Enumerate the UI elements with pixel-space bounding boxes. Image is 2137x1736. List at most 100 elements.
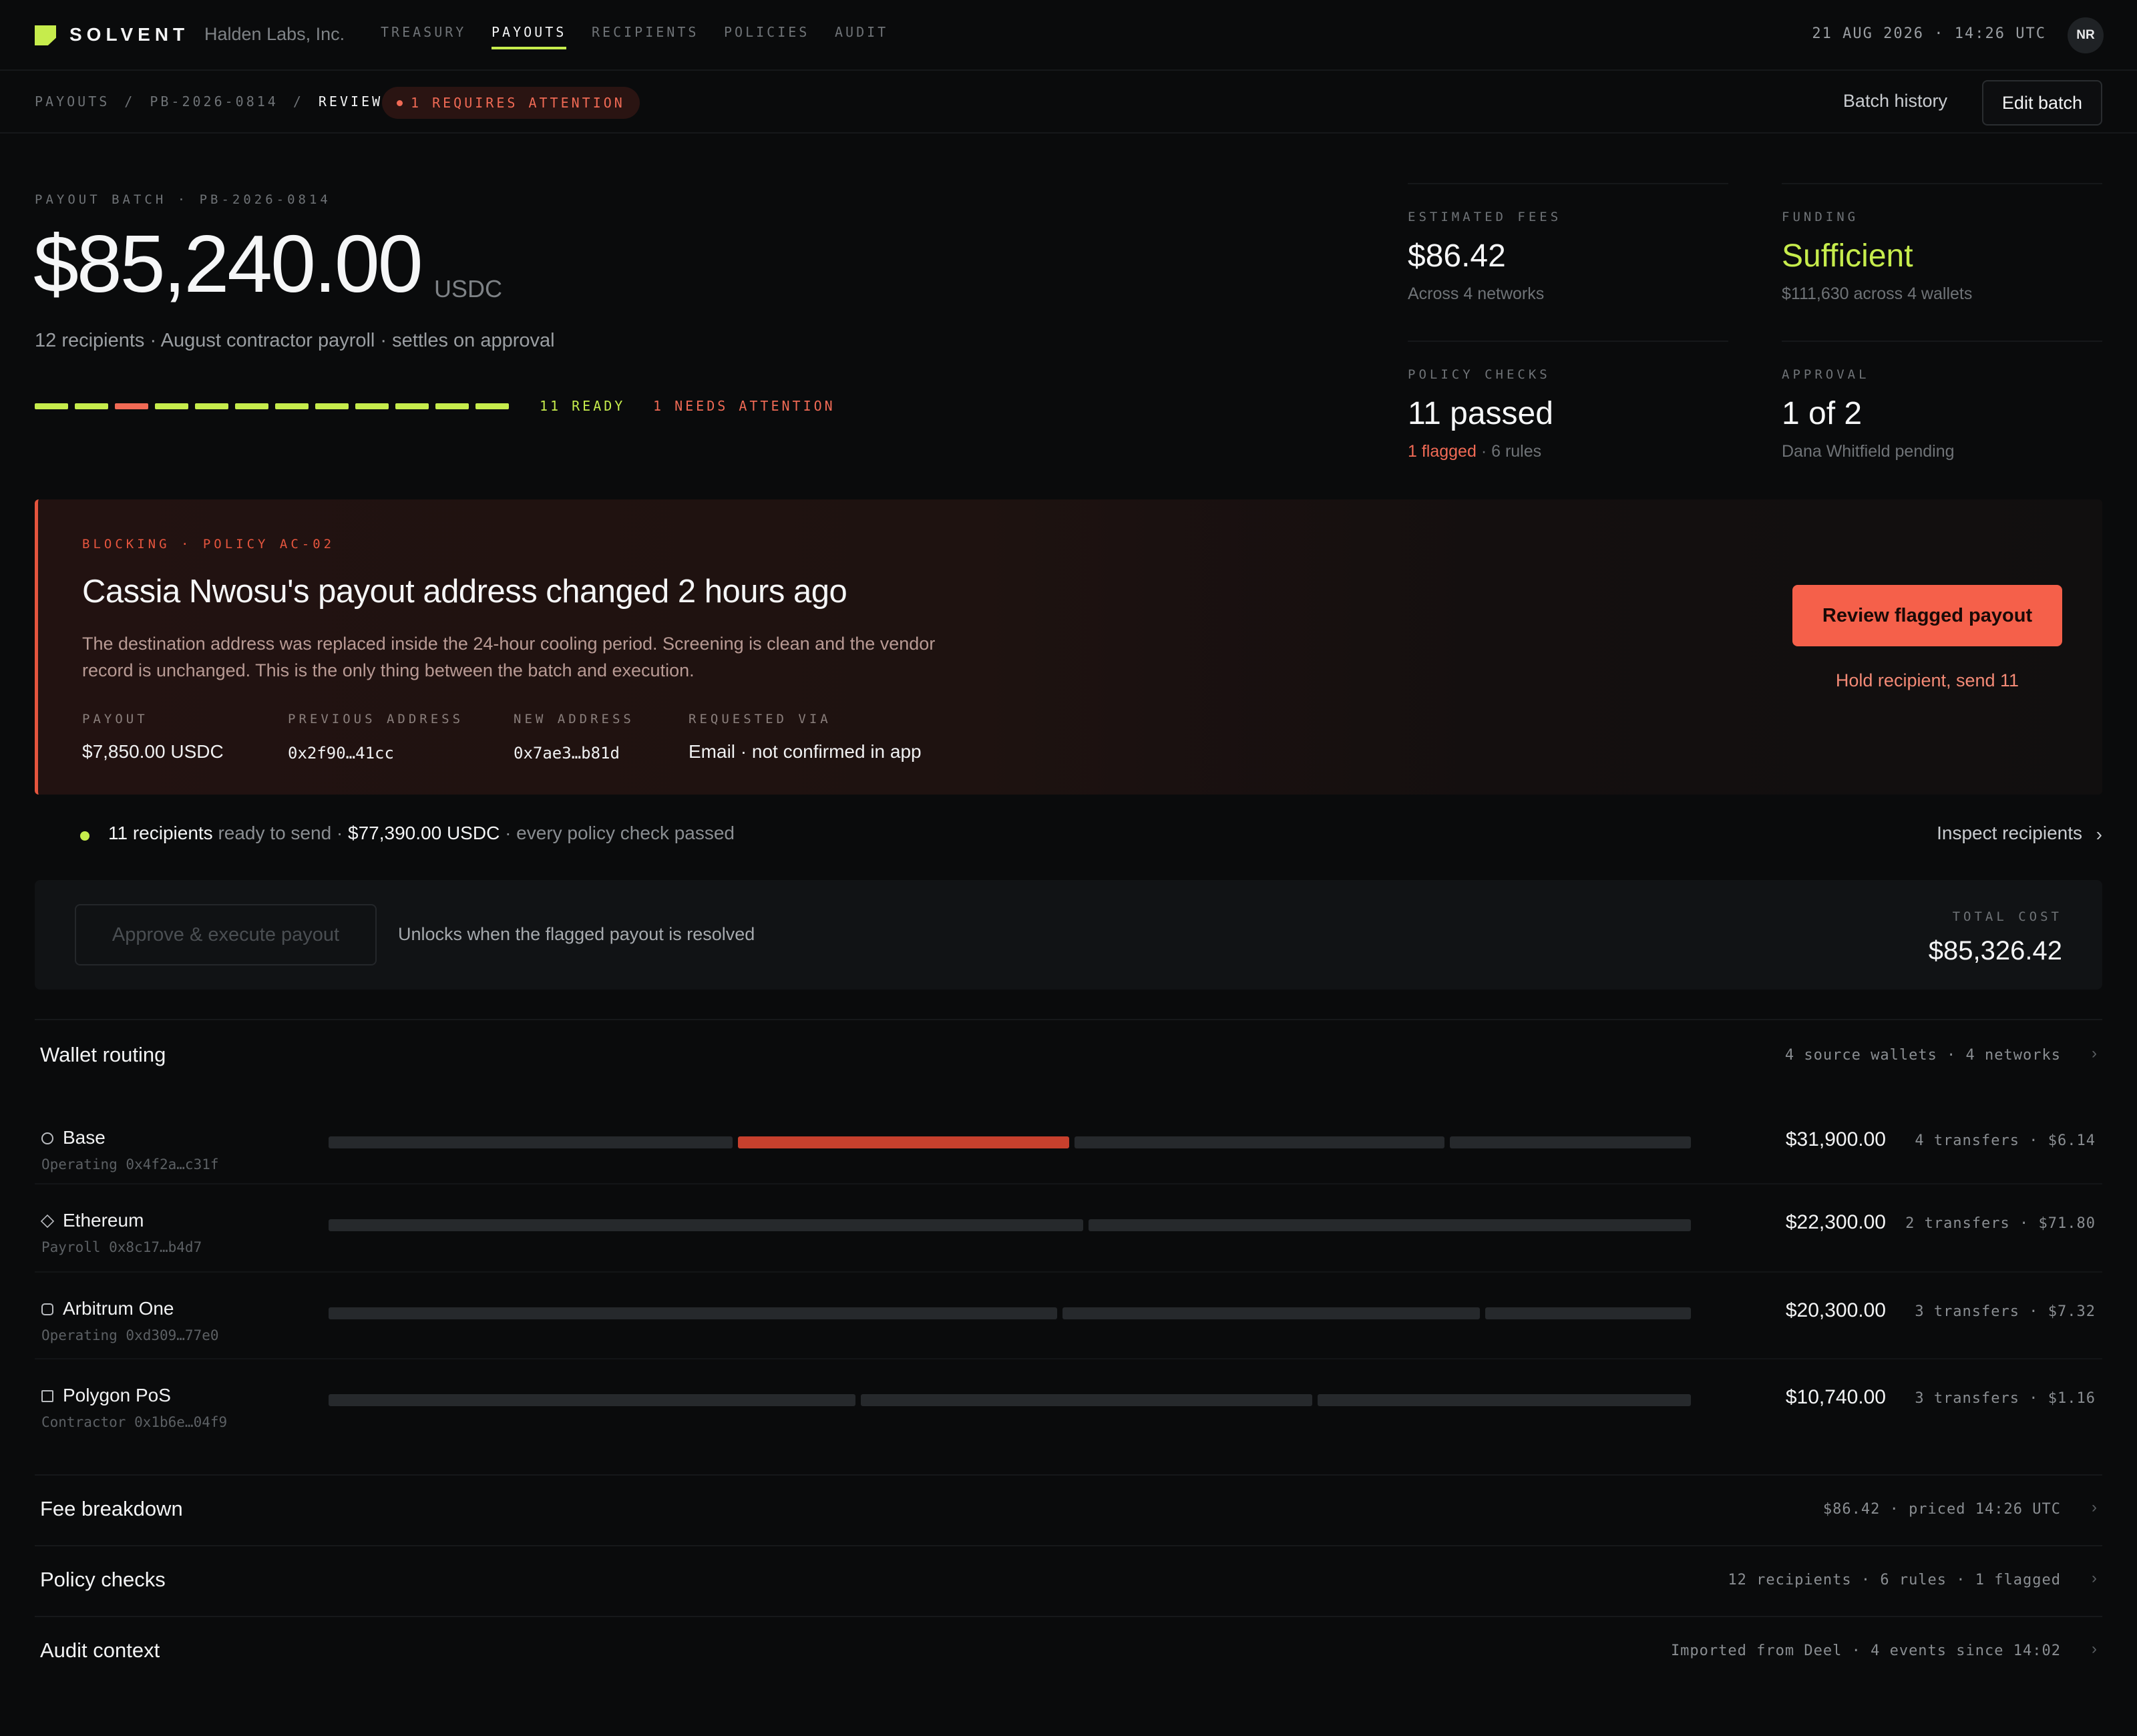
chevron-right-icon: ›	[2096, 824, 2102, 845]
wallet-amount: $31,900.00	[1785, 1128, 1886, 1150]
network-name: Ethereum	[63, 1210, 144, 1231]
transfer-bars	[329, 1219, 1691, 1231]
approve-hint: Unlocks when the flagged payout is resol…	[398, 924, 755, 944]
clock: 21 AUG 2026 · 14:26 UTC	[1812, 25, 2046, 42]
top-nav: SOLVENT Halden Labs, Inc. TREASURY PAYOU…	[0, 0, 2137, 71]
stat-sub: $111,630 across 4 wallets	[1782, 284, 1973, 303]
alert-eyebrow: BLOCKING · POLICY AC-02	[82, 537, 335, 552]
wallet-amount: $10,740.00	[1785, 1386, 1886, 1408]
batch-subtitle: 12 recipients · August contractor payrol…	[35, 330, 555, 351]
transfer-segment[interactable]	[329, 1307, 1057, 1319]
flagged-count[interactable]: 1 flagged	[1408, 442, 1477, 461]
meta-value[interactable]: 0x7ae3…b81d	[514, 744, 634, 763]
network-name: Arbitrum One	[63, 1298, 174, 1319]
transfer-segment[interactable]	[861, 1394, 1313, 1406]
org-name[interactable]: Halden Labs, Inc.	[204, 24, 345, 45]
hexagon-icon	[41, 1303, 53, 1315]
wallet-row-ethereum[interactable]: Ethereum Payroll 0x8c17…b4d7 $22,300.00 …	[35, 1183, 2102, 1270]
wallet-row-arbitrum[interactable]: Arbitrum One Operating 0xd309…77e0 $20,3…	[35, 1271, 2102, 1358]
transfer-segment[interactable]	[1074, 1136, 1445, 1148]
nav-tab-audit[interactable]: AUDIT	[835, 24, 888, 40]
avatar[interactable]: NR	[2068, 17, 2104, 53]
transfer-segment[interactable]	[1062, 1307, 1481, 1319]
review-flagged-payout-button[interactable]: Review flagged payout	[1792, 585, 2062, 646]
audit-context-section[interactable]: Audit context Imported from Deel · 4 eve…	[35, 1616, 2102, 1687]
stat-sub: Across 4 networks	[1408, 284, 1545, 303]
wallet-row-polygon[interactable]: Polygon PoS Contractor 0x1b6e…04f9 $10,7…	[35, 1358, 2102, 1445]
progress-segment-flagged	[115, 403, 148, 409]
transfer-segment[interactable]	[1088, 1219, 1691, 1231]
batch-amount: $85,240.00	[33, 218, 423, 309]
alert-title: Cassia Nwosu's payout address changed 2 …	[82, 574, 847, 610]
stat-value: $86.42	[1408, 238, 1506, 274]
breadcrumb-separator: /	[293, 93, 304, 110]
transfer-segment[interactable]	[329, 1394, 856, 1406]
transfer-segment-flagged[interactable]	[737, 1136, 1069, 1148]
batch-unit: USDC	[434, 275, 503, 302]
section-title: Fee breakdown	[40, 1497, 183, 1520]
stat-label: POLICY CHECKS	[1408, 367, 1551, 382]
breadcrumb-batch[interactable]: PB-2026-0814	[150, 93, 278, 110]
circle-icon	[41, 1132, 53, 1144]
meta-value: $7,850.00 USDC	[82, 741, 224, 762]
stat-value: 1 of 2	[1782, 396, 1863, 431]
progress-segment-ready	[235, 403, 268, 409]
progress-segment-ready	[395, 403, 429, 409]
stat-estimated-fees: ESTIMATED FEES $86.42 Across 4 networks	[1408, 183, 1728, 303]
square-icon	[41, 1390, 53, 1402]
section-title: Policy checks	[40, 1568, 166, 1591]
stat-sub: 1 flagged · 6 rules	[1408, 442, 1541, 461]
meta-label: PREVIOUS ADDRESS	[288, 712, 464, 726]
stat-approval: APPROVAL 1 of 2 Dana Whitfield pending	[1782, 341, 2102, 461]
nav-tab-policies[interactable]: POLICIES	[724, 24, 809, 40]
progress-segment-ready	[35, 403, 68, 409]
diamond-icon	[40, 1214, 55, 1229]
progress-segment-ready	[195, 403, 228, 409]
wallet-transfers: 3 transfers · $1.16	[1915, 1390, 2096, 1407]
wallet-amount: $20,300.00	[1785, 1299, 1886, 1321]
edit-batch-button[interactable]: Edit batch	[1981, 80, 2102, 126]
hold-recipient-link[interactable]: Hold recipient, send 11	[1792, 670, 2062, 691]
approve-panel: Approve & execute payout Unlocks when th…	[35, 880, 2102, 990]
brand-name: SOLVENT	[69, 24, 190, 45]
inspect-recipients-link[interactable]: Inspect recipients	[1937, 823, 2082, 844]
wallet-label: Operating 0xd309…77e0	[41, 1327, 219, 1343]
batch-history-button[interactable]: Batch history	[1843, 91, 1947, 112]
wallet-row-base[interactable]: Base Operating 0x4f2a…c31f $31,900.00 4 …	[35, 1102, 2102, 1188]
transfer-segment[interactable]	[1485, 1307, 1691, 1319]
section-title: Wallet routing	[40, 1043, 166, 1066]
transfer-segment[interactable]	[329, 1219, 1083, 1231]
alert-meta-requested-via: REQUESTED VIA Email · not confirmed in a…	[689, 712, 922, 763]
ready-status-dot-icon	[80, 831, 89, 841]
wallet-routing-header[interactable]: Wallet routing 4 source wallets · 4 netw…	[35, 1019, 2102, 1090]
ready-recipients: 11 recipients	[108, 823, 213, 843]
approve-execute-button[interactable]: Approve & execute payout	[75, 904, 377, 965]
section-title: Audit context	[40, 1639, 160, 1662]
policy-checks-section[interactable]: Policy checks 12 recipients · 6 rules · …	[35, 1545, 2102, 1616]
stat-label: FUNDING	[1782, 210, 1859, 224]
network-name: Polygon PoS	[63, 1385, 171, 1405]
wallet-transfers: 4 transfers · $6.14	[1915, 1132, 2096, 1149]
transfer-bars	[329, 1136, 1691, 1148]
batch-eyebrow: PAYOUT BATCH · PB-2026-0814	[35, 192, 331, 207]
blocking-alert: BLOCKING · POLICY AC-02 Cassia Nwosu's p…	[35, 499, 2102, 795]
progress-segment-ready	[475, 403, 509, 409]
alert-description: The destination address was replaced ins…	[82, 634, 936, 680]
progress-segment-ready	[75, 403, 108, 409]
nav-tab-treasury[interactable]: TREASURY	[381, 24, 466, 40]
nav-tab-payouts[interactable]: PAYOUTS	[492, 24, 567, 49]
transfer-segment[interactable]	[1318, 1394, 1691, 1406]
stat-funding: FUNDING Sufficient $111,630 across 4 wal…	[1782, 183, 2102, 303]
meta-value[interactable]: 0x2f90…41cc	[288, 744, 463, 763]
transfer-segment[interactable]	[329, 1136, 733, 1148]
breadcrumb-payouts[interactable]: PAYOUTS	[35, 93, 110, 110]
attention-badge[interactable]: 1 REQUIRES ATTENTION	[382, 87, 640, 119]
meta-label: NEW ADDRESS	[514, 712, 634, 726]
fee-breakdown-section[interactable]: Fee breakdown $86.42 · priced 14:26 UTC …	[35, 1474, 2102, 1545]
nav-tab-recipients[interactable]: RECIPIENTS	[592, 24, 699, 40]
logo-icon	[35, 25, 56, 45]
ready-amount: $77,390.00 USDC	[348, 823, 500, 843]
transfer-segment[interactable]	[1450, 1136, 1691, 1148]
progress-segment-ready	[435, 403, 469, 409]
attention-count[interactable]: 1 NEEDS ATTENTION	[653, 398, 835, 414]
